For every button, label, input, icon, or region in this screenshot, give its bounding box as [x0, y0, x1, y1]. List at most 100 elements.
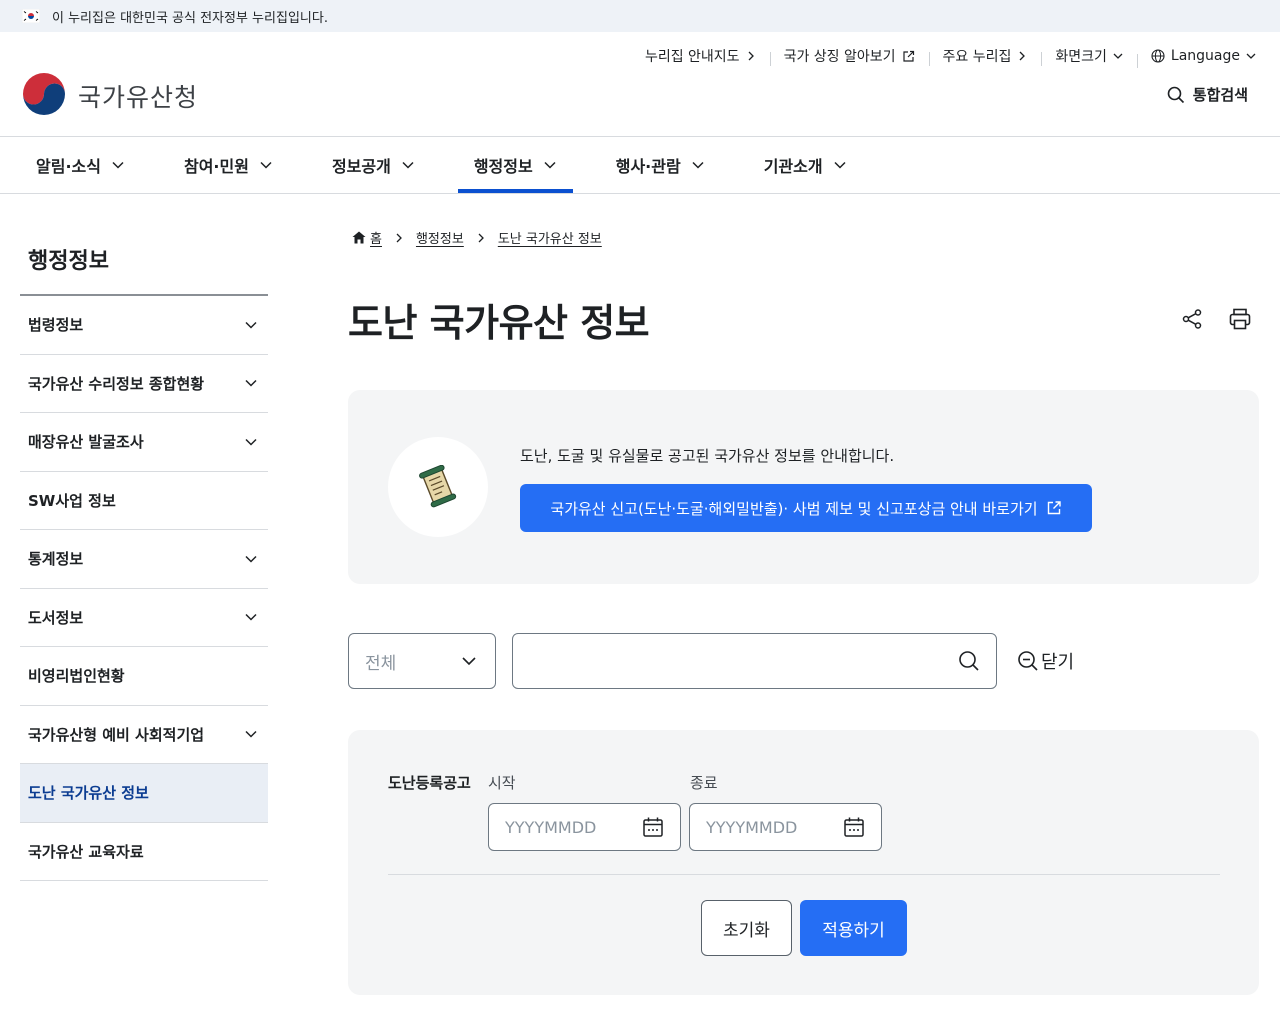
chevron-down-icon — [245, 380, 257, 387]
chevron-down-icon — [245, 555, 257, 563]
gov-banner-text: 이 누리집은 대한민국 공식 전자정부 누리집입니다. — [52, 10, 328, 26]
home-icon — [352, 231, 366, 244]
total-search-button[interactable]: 통합검색 — [1167, 84, 1248, 105]
report-guide-link-label: 국가유산 신고(도난·도굴·해외밀반출)· 사범 제보 및 신고포상금 안내 바… — [550, 499, 1038, 518]
scroll-icon — [388, 437, 488, 537]
end-date-input[interactable] — [706, 817, 836, 837]
search-category-value: 전체 — [365, 653, 397, 674]
reset-button[interactable]: 초기화 — [701, 900, 792, 956]
chevron-right-icon — [748, 51, 754, 61]
gnb-label: 기관소개 — [763, 157, 823, 176]
gnb-item-events[interactable]: 행사·관람 — [600, 137, 721, 193]
side-item-social-enterprise[interactable]: 국가유산형 예비 사회적기업 — [20, 706, 268, 764]
gnb-label: 행사·관람 — [615, 157, 681, 176]
side-item-books[interactable]: 도서정보 — [20, 589, 268, 647]
side-item-label: 도난 국가유산 정보 — [28, 784, 149, 803]
chevron-down-icon — [1246, 53, 1256, 59]
search-box — [512, 633, 997, 689]
gnb-item-about[interactable]: 기관소개 — [748, 137, 863, 193]
search-category-select[interactable]: 전체 — [348, 633, 496, 689]
gnb-divider — [0, 193, 1280, 194]
calendar-icon[interactable] — [642, 816, 664, 838]
util-major-sites[interactable]: 주요 누리집 — [928, 46, 1042, 66]
utility-nav: 누리집 안내지도 국가 상징 알아보기 주요 누리집 화면크기 Language — [631, 44, 1256, 68]
side-item-stolen-heritage[interactable]: 도난 국가유산 정보 — [20, 764, 268, 823]
info-description: 도난, 도굴 및 유실물로 공고된 국가유산 정보를 안내합니다. — [520, 447, 895, 465]
close-filter-button[interactable]: 닫기 — [1017, 648, 1074, 674]
calendar-icon[interactable] — [843, 816, 865, 838]
chevron-right-icon — [478, 233, 484, 242]
side-item-label: SW사업 정보 — [28, 491, 116, 510]
apply-button[interactable]: 적용하기 — [800, 900, 907, 956]
util-label: Language — [1170, 48, 1240, 64]
zoom-out-icon — [1018, 651, 1038, 671]
breadcrumb-level1[interactable]: 행정정보 — [416, 228, 464, 247]
chevron-down-icon — [245, 614, 257, 621]
gnb-label: 참여·민원 — [183, 157, 249, 176]
util-national-symbols[interactable]: 국가 상징 알아보기 — [769, 46, 929, 66]
side-item-excavation[interactable]: 매장유산 발굴조사 — [20, 413, 268, 472]
breadcrumb-home[interactable]: 홈 — [352, 228, 382, 247]
util-screen-size[interactable]: 화면크기 — [1041, 46, 1137, 66]
util-label: 주요 누리집 — [942, 49, 1012, 65]
chevron-right-icon — [1019, 51, 1026, 61]
external-link-icon — [1047, 501, 1061, 515]
chevron-down-icon — [112, 161, 124, 169]
logo-text: 국가유산청 — [78, 83, 199, 112]
end-date-label: 종료 — [690, 774, 718, 792]
chevron-down-icon — [260, 161, 272, 169]
print-icon — [1229, 308, 1251, 330]
util-site-map[interactable]: 누리집 안내지도 — [631, 46, 770, 66]
search-input[interactable] — [513, 634, 933, 688]
report-guide-link-button[interactable]: 국가유산 신고(도난·도굴·해외밀반출)· 사범 제보 및 신고포상금 안내 바… — [520, 484, 1092, 532]
total-search-label: 통합검색 — [1192, 86, 1248, 104]
gnb-label: 행정정보 — [473, 157, 533, 176]
taegeuk-logo-icon — [22, 73, 66, 118]
side-nav-title: 행정정보 — [28, 249, 109, 274]
side-item-nonprofit[interactable]: 비영리법인현황 — [20, 647, 268, 706]
side-item-label: 국가유산형 예비 사회적기업 — [28, 725, 205, 744]
global-nav: 알림·소식 참여·민원 정보공개 행정정보 행사·관람 기관소개 — [20, 137, 890, 193]
side-item-label: 국가유산 수리정보 종합현황 — [28, 374, 205, 393]
gnb-item-admin-info[interactable]: 행정정보 — [457, 137, 573, 193]
side-item-statistics[interactable]: 통계정보 — [20, 530, 268, 589]
chevron-down-icon — [462, 657, 476, 666]
side-item-repair-info[interactable]: 국가유산 수리정보 종합현황 — [20, 355, 268, 413]
breadcrumb: 홈 행정정보 도난 국가유산 정보 — [352, 228, 602, 247]
chevron-down-icon — [544, 161, 556, 169]
korea-flag-icon — [22, 9, 40, 23]
side-item-law[interactable]: 법령정보 — [20, 296, 268, 355]
scroll-document-icon — [419, 465, 457, 508]
util-label: 화면크기 — [1055, 49, 1107, 65]
filter-divider — [388, 874, 1220, 875]
util-language[interactable]: Language — [1136, 48, 1256, 68]
search-icon — [1167, 86, 1184, 103]
side-item-education[interactable]: 국가유산 교육자료 — [20, 823, 268, 881]
side-nav: 법령정보 국가유산 수리정보 종합현황 매장유산 발굴조사 SW사업 정보 통계… — [20, 294, 268, 881]
chevron-down-icon — [1113, 53, 1123, 59]
gnb-item-participation[interactable]: 참여·민원 — [168, 137, 289, 193]
start-date-input[interactable] — [505, 817, 635, 837]
gnb-item-disclosure[interactable]: 정보공개 — [316, 137, 431, 193]
breadcrumb-level2[interactable]: 도난 국가유산 정보 — [498, 228, 602, 247]
side-item-label: 매장유산 발굴조사 — [28, 433, 144, 452]
site-logo[interactable]: 국가유산청 — [20, 72, 198, 120]
chevron-down-icon — [692, 161, 704, 169]
side-item-label: 비영리법인현황 — [28, 667, 125, 686]
gnb-label: 정보공개 — [331, 157, 391, 176]
end-date-field — [689, 803, 882, 851]
close-filter-label: 닫기 — [1041, 652, 1075, 673]
side-item-sw-projects[interactable]: SW사업 정보 — [20, 472, 268, 530]
share-button[interactable] — [1180, 307, 1204, 331]
chevron-down-icon — [245, 438, 257, 446]
chevron-down-icon — [402, 161, 414, 169]
gnb-label: 알림·소식 — [36, 157, 101, 176]
side-item-label: 법령정보 — [28, 316, 84, 335]
gov-banner: 이 누리집은 대한민국 공식 전자정부 누리집입니다. — [0, 0, 1280, 32]
gnb-item-news[interactable]: 알림·소식 — [20, 137, 141, 193]
side-item-label: 통계정보 — [28, 550, 84, 569]
print-button[interactable] — [1228, 307, 1252, 331]
chevron-down-icon — [834, 161, 846, 169]
search-submit-button[interactable] — [958, 650, 980, 672]
breadcrumb-home-link[interactable]: 홈 — [370, 228, 382, 247]
